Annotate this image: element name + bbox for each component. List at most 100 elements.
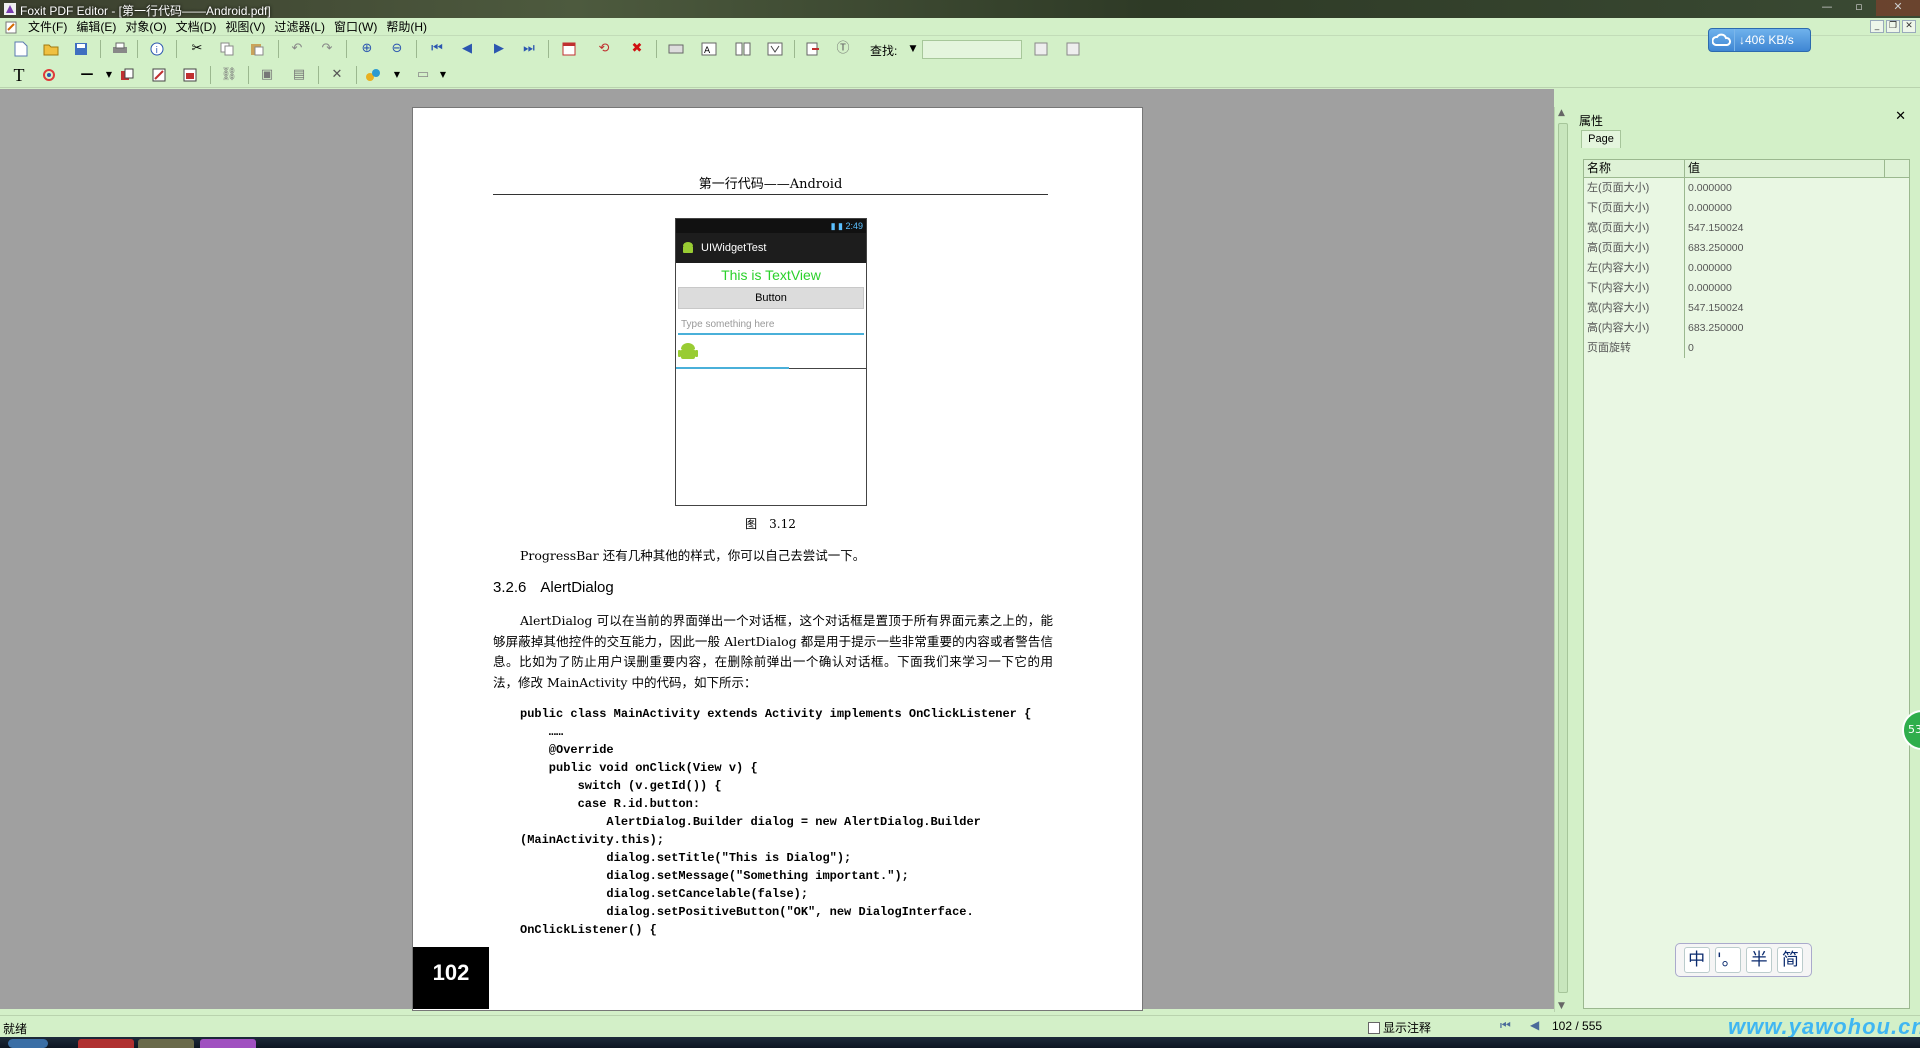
properties-close-icon[interactable]: ✕: [1895, 109, 1906, 124]
fill-options-chevron-icon[interactable]: ▼: [388, 66, 406, 84]
doc-restore-button[interactable]: ❐: [1886, 20, 1900, 33]
keyboard-icon[interactable]: [667, 40, 685, 58]
ungroup-icon[interactable]: ▤: [290, 66, 308, 84]
property-row[interactable]: 高(页面大小) 683.250000: [1584, 238, 1909, 258]
android-icon: [683, 242, 693, 253]
property-row[interactable]: 宽(页面大小) 547.150024: [1584, 218, 1909, 238]
copy-icon[interactable]: [218, 40, 236, 58]
split-icon[interactable]: [766, 40, 784, 58]
doc-minimize-button[interactable]: _: [1870, 20, 1884, 33]
compare-icon[interactable]: [734, 40, 752, 58]
download-speed-badge[interactable]: ↓406 KB/s: [1708, 28, 1811, 52]
redo-icon[interactable]: ↷: [318, 40, 336, 58]
line-options-chevron-icon[interactable]: ▼: [100, 66, 118, 84]
page-indicator[interactable]: 102 / 555: [1552, 1019, 1602, 1033]
typewriter-icon[interactable]: Ⓣ: [834, 40, 852, 58]
status-prev-page-icon[interactable]: ◀: [1530, 1018, 1539, 1032]
shape-tool-icon[interactable]: [118, 66, 136, 84]
last-page-icon[interactable]: ⏭: [520, 40, 538, 58]
ime-key[interactable]: '。: [1714, 947, 1741, 973]
property-name: 宽(内容大小): [1584, 298, 1685, 318]
property-row[interactable]: 页面旋转 0: [1584, 338, 1909, 358]
align-icon[interactable]: ▭: [414, 66, 432, 84]
edit-toolbar: T — ▼ ⛓ ▣ ▤ ✕ ▼ ▭ ▼: [0, 62, 1920, 88]
tab-page[interactable]: Page: [1581, 130, 1621, 148]
document-view[interactable]: 第一行代码——Android ▮ ▮ 2:49 UIWidgetTest Thi…: [0, 89, 1554, 1011]
color-picker-icon[interactable]: [40, 66, 58, 84]
show-annotations-toggle[interactable]: 显示注释: [1368, 1019, 1431, 1036]
doc-close-button[interactable]: ✕: [1902, 20, 1916, 33]
maximize-button[interactable]: ▫: [1844, 0, 1874, 16]
property-row[interactable]: 下(页面大小) 0.000000: [1584, 198, 1909, 218]
code-line: public class MainActivity extends Activi…: [520, 707, 1032, 721]
group-icon[interactable]: ▣: [258, 66, 276, 84]
export-icon[interactable]: [804, 40, 822, 58]
property-row[interactable]: 宽(内容大小) 547.150024: [1584, 298, 1909, 318]
save-icon[interactable]: [72, 40, 90, 58]
os-taskbar: [0, 1037, 1920, 1048]
taskbar-app-1[interactable]: [78, 1039, 134, 1048]
first-page-icon[interactable]: ⏮: [428, 40, 446, 58]
menu-item[interactable]: 对象(O): [125, 19, 173, 35]
find-options-chevron-icon[interactable]: ▼: [904, 40, 922, 58]
menu-item[interactable]: 视图(V): [225, 19, 272, 35]
next-page-icon[interactable]: ▶: [490, 40, 508, 58]
menu-item[interactable]: 过滤器(L): [274, 19, 332, 35]
code-line: dialog.setMessage("Something important."…: [520, 869, 909, 883]
close-button[interactable]: ✕: [1876, 0, 1920, 16]
delete-page-icon[interactable]: ✖: [628, 40, 646, 58]
cut-icon[interactable]: ✂: [188, 40, 206, 58]
form-tool-icon[interactable]: [181, 66, 199, 84]
menu-item[interactable]: 文件(F): [28, 19, 74, 35]
ime-key[interactable]: 中: [1683, 947, 1710, 973]
menu-item[interactable]: 帮助(H): [386, 19, 434, 35]
line-tool-icon[interactable]: —: [78, 66, 96, 84]
text-tool-icon[interactable]: A: [700, 40, 718, 58]
zoom-out-icon[interactable]: ⊖: [388, 40, 406, 58]
prev-page-icon[interactable]: ◀: [458, 40, 476, 58]
undo-icon[interactable]: ↶: [288, 40, 306, 58]
code-line: public void onClick(View v) {: [520, 761, 758, 775]
start-button[interactable]: [8, 1039, 48, 1048]
fill-color-icon[interactable]: [364, 66, 382, 84]
property-row[interactable]: 左(页面大小) 0.000000: [1584, 178, 1909, 198]
zoom-in-icon[interactable]: ⊕: [358, 40, 376, 58]
align-options-chevron-icon[interactable]: ▼: [434, 66, 452, 84]
rotate-page-icon[interactable]: ⟲: [595, 40, 613, 58]
find-input[interactable]: [922, 40, 1022, 59]
ime-key[interactable]: 简: [1777, 947, 1804, 973]
status-first-page-icon[interactable]: ⏮: [1500, 1018, 1511, 1033]
taskbar-app-3[interactable]: [200, 1039, 256, 1048]
pdf-page[interactable]: 第一行代码——Android ▮ ▮ 2:49 UIWidgetTest Thi…: [412, 107, 1143, 1011]
print-icon[interactable]: [111, 40, 129, 58]
new-file-icon[interactable]: [12, 40, 30, 58]
show-annotations-checkbox[interactable]: [1368, 1021, 1380, 1034]
minimize-button[interactable]: —: [1812, 0, 1842, 16]
taskbar-app-2[interactable]: [138, 1039, 194, 1048]
menu-item[interactable]: 文档(D): [176, 19, 224, 35]
property-row[interactable]: 左(内容大小) 0.000000: [1584, 258, 1909, 278]
find-previous-icon[interactable]: [1032, 40, 1050, 58]
scroll-up-icon[interactable]: ▲: [1558, 108, 1565, 118]
property-row[interactable]: 高(内容大小) 683.250000: [1584, 318, 1909, 338]
phone-button: Button: [678, 287, 864, 309]
ime-key[interactable]: 半: [1746, 947, 1773, 973]
delete-object-icon[interactable]: ✕: [328, 66, 346, 84]
add-text-icon[interactable]: T: [10, 66, 28, 84]
find-next-icon[interactable]: [1064, 40, 1082, 58]
scroll-down-icon[interactable]: ▼: [1558, 1001, 1565, 1011]
document-scrollbar[interactable]: ▲ ▼: [1554, 107, 1571, 1012]
window-controls: — ▫ ✕: [1810, 0, 1920, 18]
paste-icon[interactable]: [248, 40, 266, 58]
property-row[interactable]: 下(内容大小) 0.000000: [1584, 278, 1909, 298]
open-folder-icon[interactable]: [42, 40, 60, 58]
link-tool-icon[interactable]: ⛓: [220, 66, 238, 84]
scroll-thumb[interactable]: [1558, 123, 1568, 993]
info-icon[interactable]: i: [148, 40, 166, 58]
show-annotations-label: 显示注释: [1383, 1021, 1432, 1035]
document-menu-icon[interactable]: [5, 21, 18, 34]
menu-item[interactable]: 窗口(W): [334, 19, 384, 35]
menu-item[interactable]: 编辑(E): [76, 19, 123, 35]
image-tool-icon[interactable]: [150, 66, 168, 84]
insert-page-icon[interactable]: [560, 40, 578, 58]
